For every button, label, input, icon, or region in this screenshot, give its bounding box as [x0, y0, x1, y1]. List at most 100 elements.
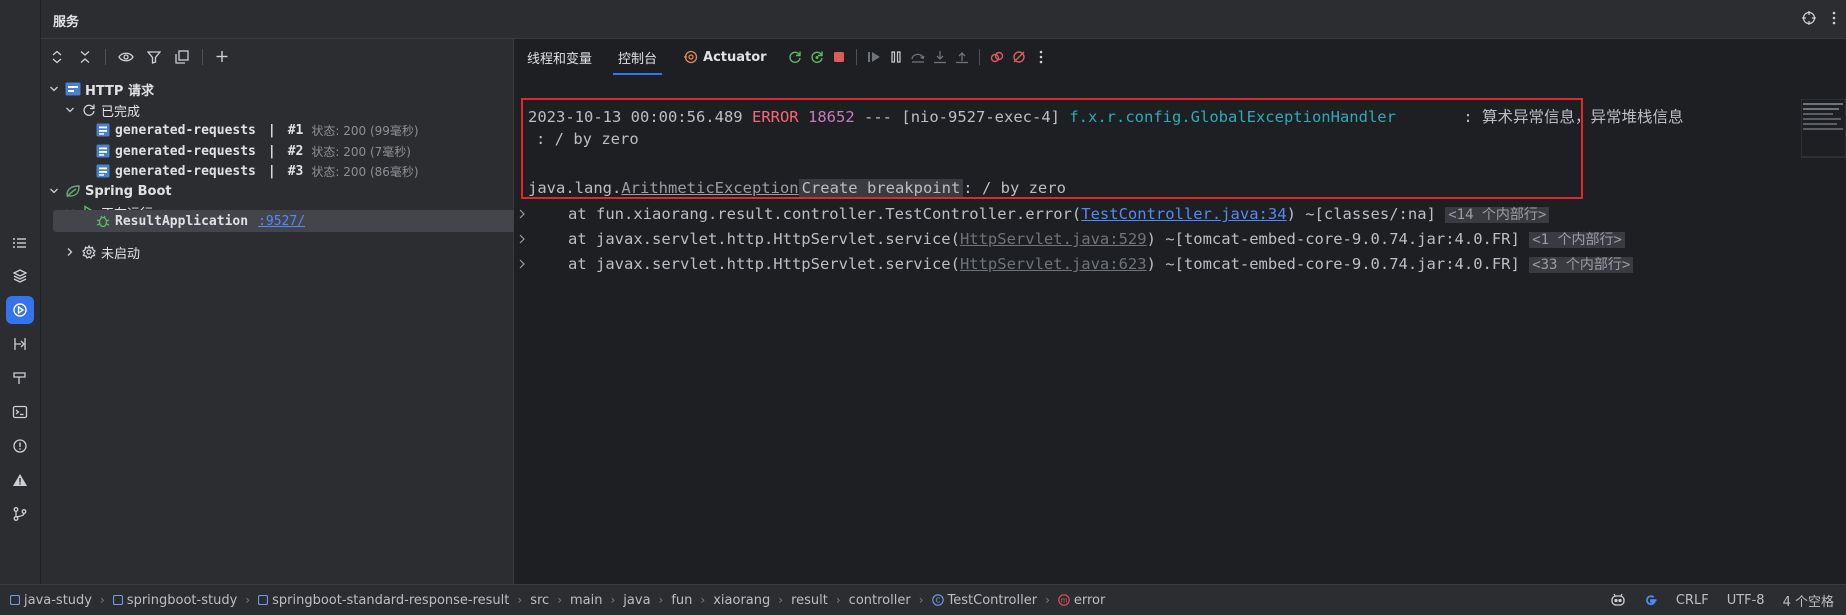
filter-icon[interactable]	[144, 47, 164, 67]
more-vertical-icon[interactable]	[1030, 46, 1052, 68]
tab-console[interactable]: 控制台	[605, 39, 670, 75]
eye-icon[interactable]	[116, 47, 136, 67]
breadcrumb-item[interactable]: controller	[849, 593, 911, 608]
folded-lines-badge[interactable]: <33 个内部行>	[1529, 257, 1634, 273]
copilot-icon[interactable]	[1610, 593, 1626, 607]
tree-toolbar	[41, 39, 513, 75]
breadcrumb-item[interactable]: fun	[671, 593, 692, 608]
console-tabs: 线程和变量 控制台 Actuator	[514, 39, 1846, 75]
breadcrumb-item[interactable]: m error	[1058, 593, 1105, 608]
stop-icon[interactable]	[828, 46, 850, 68]
frame-source-link[interactable]: TestController.java:34	[1081, 205, 1286, 223]
problems-icon[interactable]	[6, 432, 34, 460]
breadcrumb-separator-icon: ›	[557, 593, 562, 607]
stack-frame: at javax.servlet.http.HttpServlet.servic…	[568, 229, 1625, 249]
request-status: 状态: 200 (99毫秒)	[311, 123, 419, 138]
tab-threads-variables[interactable]: 线程和变量	[514, 39, 605, 75]
layers-icon[interactable]	[6, 262, 34, 290]
breadcrumb-item[interactable]: xiaorang	[713, 593, 770, 608]
tree-node-not-started[interactable]: 未启动	[41, 240, 535, 264]
toolbar-divider	[978, 49, 980, 65]
status-bar: java-study › springboot-study › springbo…	[0, 584, 1846, 615]
console-panel: 线程和变量 控制台 Actuator 2023-10-13 00:00:56.4…	[514, 39, 1846, 584]
breadcrumb-item[interactable]: C TestController	[931, 593, 1037, 608]
chevron-down-icon[interactable]	[47, 82, 61, 96]
more-vertical-icon[interactable]	[1832, 11, 1836, 25]
breadcrumb-label: result	[791, 592, 828, 608]
step-over-icon[interactable]	[907, 46, 929, 68]
console-minimap[interactable]	[1801, 99, 1846, 159]
tab-actuator[interactable]: Actuator	[670, 39, 780, 75]
http-request-icon	[95, 122, 111, 138]
stack-frame: at javax.servlet.http.HttpServlet.servic…	[568, 254, 1634, 274]
actuator-icon	[683, 49, 699, 65]
breadcrumb-item[interactable]: java-study	[10, 593, 92, 608]
request-name: generated-requests	[115, 122, 256, 138]
breadcrumb-separator-icon: ›	[658, 593, 664, 607]
tree-node-label: 未启动	[101, 246, 141, 262]
add-service-icon[interactable]	[213, 47, 233, 67]
rerun-icon[interactable]	[784, 46, 806, 68]
http-request-icon	[95, 143, 111, 159]
breadcrumb-separator-icon: ›	[99, 593, 105, 607]
structure-icon[interactable]	[6, 229, 34, 257]
breadcrumb-item[interactable]: java	[623, 593, 650, 608]
services-icon[interactable]	[6, 296, 34, 324]
tree-node-label: HTTP 请求	[85, 83, 154, 99]
console-output[interactable]: 2023-10-13 00:00:56.489 ERROR 18652 --- …	[514, 75, 1794, 555]
breadcrumb-separator-icon: ›	[517, 593, 523, 607]
chevron-right-icon[interactable]	[518, 254, 530, 274]
tree-node-result-application[interactable]: ResultApplication :9527/	[53, 210, 543, 232]
module-icon	[112, 595, 123, 605]
expand-all-icon[interactable]	[47, 47, 67, 67]
chevron-right-icon[interactable]	[63, 245, 77, 259]
breadcrumb-separator-icon: ›	[610, 593, 616, 607]
frame-source-link[interactable]: HttpServlet.java:529	[960, 230, 1147, 248]
chevron-down-icon[interactable]	[47, 184, 61, 198]
breadcrumb-item[interactable]: springboot-standard-response-result	[258, 593, 509, 608]
frame-source-link[interactable]: HttpServlet.java:623	[960, 255, 1147, 273]
new-group-icon[interactable]	[172, 47, 192, 67]
line-separator-widget[interactable]: CRLF	[1676, 593, 1709, 608]
request-number: #3	[287, 163, 304, 179]
frame-text: at javax.servlet.http.HttpServlet.servic…	[568, 230, 960, 248]
endpoints-icon[interactable]	[6, 330, 34, 358]
request-number: #1	[287, 122, 304, 138]
services-tree-panel: HTTP 请求 已完成 generated-requests | #1 状态: …	[41, 39, 543, 584]
tree-node-label: Spring Boot	[85, 183, 172, 199]
chevron-right-icon[interactable]	[518, 204, 530, 224]
restart-debug-icon[interactable]	[806, 46, 828, 68]
breadcrumb-item[interactable]: springboot-study	[112, 593, 237, 608]
collapse-all-icon[interactable]	[75, 47, 95, 67]
breadcrumb-label: xiaorang	[713, 592, 771, 608]
breadcrumb-label: springboot-standard-response-result	[272, 592, 510, 608]
target-icon[interactable]	[1802, 11, 1816, 25]
app-port-link[interactable]: :9527/	[258, 214, 305, 229]
step-into-icon[interactable]	[929, 46, 951, 68]
folded-lines-badge[interactable]: <14 个内部行>	[1445, 207, 1550, 223]
resume-icon[interactable]	[863, 46, 885, 68]
step-out-icon[interactable]	[951, 46, 973, 68]
breadcrumb: java-study › springboot-study › springbo…	[0, 593, 1105, 608]
mute-breakpoints-icon[interactable]	[1008, 46, 1030, 68]
folded-lines-badge[interactable]: <1 个内部行>	[1529, 232, 1625, 248]
indent-widget[interactable]: 4 个空格	[1783, 591, 1834, 610]
class-icon: C	[931, 594, 944, 606]
chevron-right-icon[interactable]	[518, 229, 530, 249]
breadcrumb-item[interactable]: main	[570, 593, 602, 608]
view-breakpoints-icon[interactable]	[986, 46, 1008, 68]
git-icon[interactable]	[6, 500, 34, 528]
google-icon[interactable]	[1644, 593, 1658, 607]
breadcrumb-item[interactable]: result	[791, 593, 828, 608]
toolbar-divider	[202, 49, 203, 65]
terminal-icon[interactable]	[6, 398, 34, 426]
chevron-down-icon[interactable]	[63, 103, 77, 117]
breadcrumb-item[interactable]: src	[530, 593, 549, 608]
encoding-widget[interactable]: UTF-8	[1727, 593, 1765, 608]
pause-icon[interactable]	[885, 46, 907, 68]
warning-icon[interactable]	[6, 466, 34, 494]
breadcrumb-label: controller	[848, 592, 911, 608]
breadcrumb-label: fun	[671, 592, 693, 608]
build-icon[interactable]	[6, 364, 34, 392]
frame-tail: ) ~[tomcat-embed-core-9.0.74.jar:4.0.FR]	[1146, 230, 1520, 248]
